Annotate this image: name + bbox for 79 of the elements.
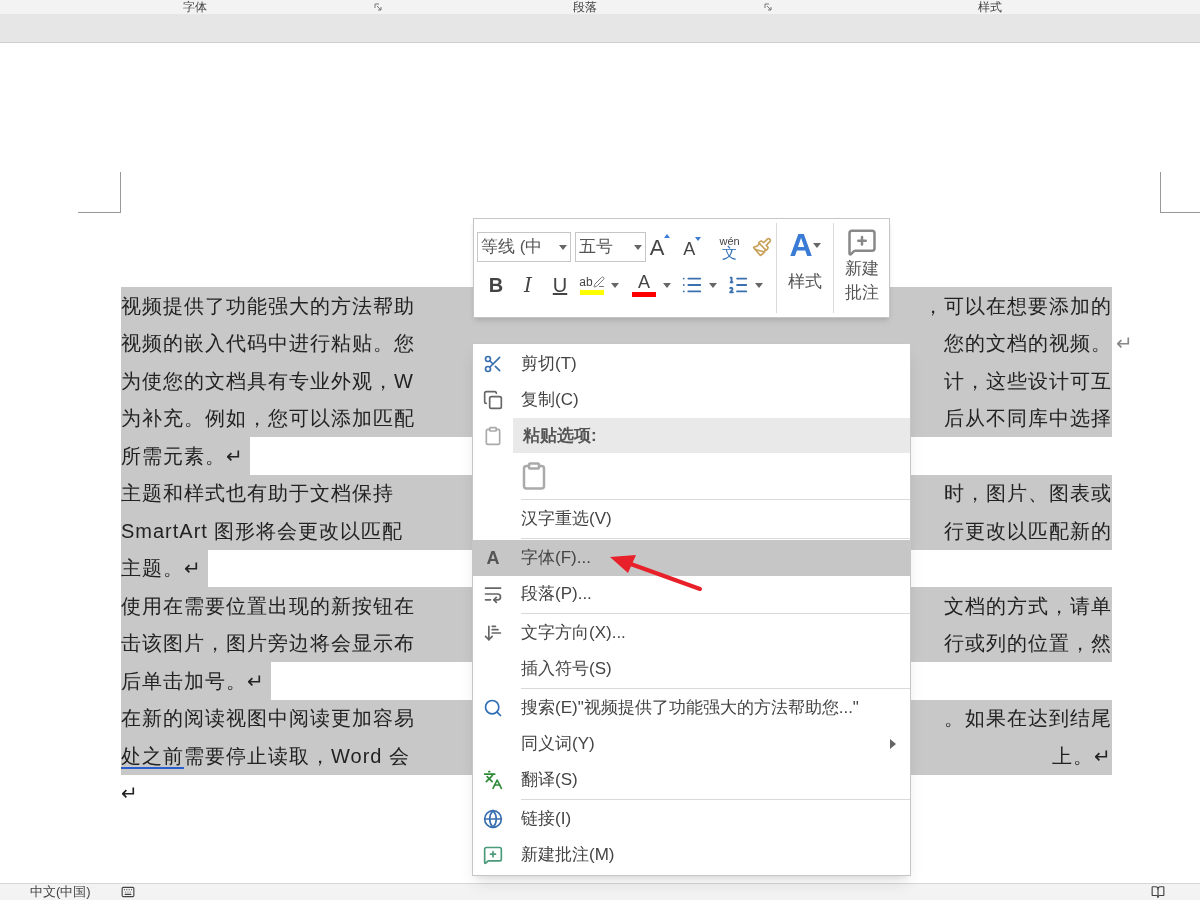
comment-icon — [483, 845, 503, 865]
menu-item[interactable]: 汉字重选(V) — [473, 501, 910, 537]
dialog-launcher-icon[interactable] — [764, 3, 772, 11]
read-mode-icon[interactable] — [1151, 885, 1165, 899]
menu-item[interactable]: 剪切(T) — [473, 346, 910, 382]
document-text: 主题。↵ — [121, 549, 208, 587]
document-text: ，可以在想要添加的 — [923, 293, 1112, 319]
document-text: 计，这些设计可互 — [944, 368, 1112, 394]
document-text: 时，图片、图表或 — [944, 481, 1112, 507]
document-text: 视频的嵌入代码中进行粘贴。您 — [121, 331, 415, 357]
document-text: 文档的方式，请单 — [944, 593, 1112, 619]
italic-button[interactable]: I — [515, 270, 541, 300]
document-text: 所需元素。↵ — [121, 437, 250, 475]
new-comment-button[interactable]: 新建批注 — [834, 219, 889, 317]
document-text: 处之前需要停止读取，Word 会 — [121, 743, 410, 771]
document-text: 您的文档的视频。 — [944, 331, 1112, 357]
menu-item[interactable]: 翻译(S) — [473, 762, 910, 798]
document-text: 视频提供了功能强大的方法帮助 — [121, 293, 415, 319]
highlight-button[interactable]: ab — [579, 275, 605, 295]
document-text: 击该图片，图片旁边将会显示布 — [121, 631, 415, 657]
menu-item[interactable]: A 字体(F)... — [473, 540, 910, 576]
font-name-dropdown[interactable]: 等线 (中 — [477, 232, 571, 262]
ribbon-group-label: 字体 — [183, 0, 207, 14]
menu-item[interactable]: 文字方向(X)... — [473, 615, 910, 651]
scissors-icon — [483, 354, 503, 374]
menu-item[interactable]: 同义词(Y) — [473, 726, 910, 762]
clipboard-icon — [483, 425, 503, 446]
document-text: 后从不同库中选择 — [944, 406, 1112, 432]
underline-button[interactable]: U — [547, 270, 573, 300]
document-text: 为补充。例如，您可以添加匹配 — [121, 406, 415, 432]
margin-corner-mark — [1160, 172, 1200, 213]
caret-icon — [633, 244, 642, 250]
document-text: 行或列的位置，然 — [944, 631, 1112, 657]
pen-icon — [592, 275, 605, 288]
paragraph-icon — [483, 584, 503, 604]
language-status[interactable]: 中文(中国) — [30, 882, 91, 900]
document-text: 。如果在达到结尾 — [944, 706, 1112, 732]
styles-button[interactable]: A 样式 — [777, 219, 833, 317]
document-text: SmartArt 图形将会更改以匹配 — [121, 518, 404, 544]
phonetic-guide-button[interactable]: wén 文 — [714, 235, 745, 259]
numbering-button[interactable] — [727, 274, 749, 296]
keyboard-icon[interactable] — [120, 885, 135, 899]
ribbon-group-label: 段落 — [573, 0, 597, 14]
bold-button[interactable]: B — [483, 270, 509, 300]
down-triangle-icon — [695, 236, 702, 241]
menu-section-header: 粘贴选项: — [513, 418, 910, 453]
dialog-launcher-icon[interactable] — [374, 3, 382, 11]
caret-icon — [812, 242, 821, 248]
document-text: 使用在需要位置出现的新按钮在 — [121, 593, 415, 619]
font-color-button[interactable]: A — [631, 273, 657, 297]
numbered-list-icon — [727, 274, 749, 296]
document-text: 行更改以匹配新的 — [944, 518, 1112, 544]
document-text: 主题和样式也有助于文档保持 — [121, 481, 394, 507]
menu-item[interactable]: 新建批注(M) — [473, 837, 910, 873]
text-direction-icon — [483, 623, 503, 643]
menu-item[interactable]: 链接(I) — [473, 801, 910, 837]
menu-item[interactable]: 复制(C) — [473, 382, 910, 418]
menu-item[interactable]: 插入符号(S) — [473, 651, 910, 687]
search-icon — [483, 698, 503, 718]
grow-font-button[interactable]: A — [649, 230, 680, 264]
copy-icon — [483, 390, 503, 410]
document-text: 上。↵ — [1052, 743, 1112, 769]
globe-icon — [483, 809, 503, 829]
document-text: 为使您的文档具有专业外观，W — [121, 368, 414, 394]
font-size-dropdown[interactable]: 五号 — [574, 232, 646, 262]
ribbon-group-label: 样式 — [978, 0, 1002, 14]
document-text: 在新的阅读视图中阅读更加容易 — [121, 706, 415, 732]
document-text: 后单击加号。↵ — [121, 662, 271, 700]
caret-icon — [558, 244, 567, 250]
margin-corner-mark — [78, 172, 121, 213]
shrink-font-button[interactable]: A — [683, 231, 711, 263]
menu-item[interactable]: 搜索(E)"视频提供了功能强大的方法帮助您..." — [473, 690, 910, 726]
comment-icon — [846, 227, 877, 257]
paintbrush-icon — [752, 237, 773, 257]
menu-item[interactable]: 段落(P)... — [473, 576, 910, 612]
translate-icon — [483, 770, 503, 790]
font-icon: A — [486, 544, 500, 572]
paragraph-mark: ↵ — [1116, 331, 1134, 357]
up-triangle-icon — [664, 233, 671, 238]
